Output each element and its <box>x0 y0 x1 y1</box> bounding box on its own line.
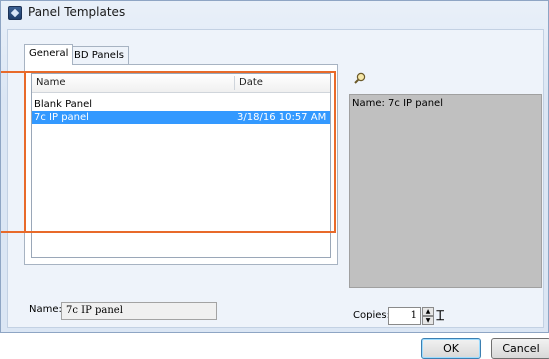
column-header-date[interactable]: Date <box>235 74 263 92</box>
spin-down-icon[interactable]: ▼ <box>422 316 434 325</box>
column-header-name[interactable]: Name <box>32 74 66 92</box>
ok-button[interactable]: OK <box>421 338 481 359</box>
app-icon <box>8 6 22 20</box>
spin-up-icon[interactable]: ▲ <box>422 307 434 316</box>
preview-pane: Name: 7c IP panel <box>349 94 542 288</box>
tab-bd-panels[interactable]: BD Panels <box>69 46 129 65</box>
name-label: Name: <box>29 304 62 315</box>
list-item-name: Blank Panel <box>34 99 93 110</box>
template-list[interactable]: Name Date Blank Panel 7c IP panel 3/18/1… <box>31 73 331 258</box>
tab-panel-general: Name Date Blank Panel 7c IP panel 3/18/1… <box>24 64 338 265</box>
title-bar[interactable]: Panel Templates <box>1 1 548 25</box>
copies-input[interactable]: 1 <box>388 307 421 325</box>
tab-general[interactable]: General <box>24 44 74 65</box>
copies-stepper: ▲ ▼ <box>422 307 434 325</box>
copies-label: Copies: <box>353 310 390 321</box>
list-item-7c-ip-panel[interactable]: 7c IP panel 3/18/16 10:57 AM <box>32 111 330 124</box>
cancel-button[interactable]: Cancel <box>491 338 549 359</box>
magnifier-icon[interactable] <box>354 72 366 84</box>
window-title: Panel Templates <box>28 5 126 19</box>
panel-templates-dialog: Panel Templates General BD Panels Name D… <box>0 0 549 359</box>
dialog-body: General BD Panels Name Date Blank Panel … <box>7 29 549 359</box>
text-cursor-icon: ⌶ <box>436 308 445 324</box>
list-header: Name Date <box>32 74 330 93</box>
list-item-name: 7c IP panel <box>34 112 89 123</box>
list-item-date: 3/18/16 10:57 AM <box>237 112 327 123</box>
name-field[interactable]: 7c IP panel <box>61 302 217 320</box>
preview-name-text: Name: 7c IP panel <box>352 98 443 109</box>
list-item-blank-panel[interactable]: Blank Panel <box>32 98 330 111</box>
